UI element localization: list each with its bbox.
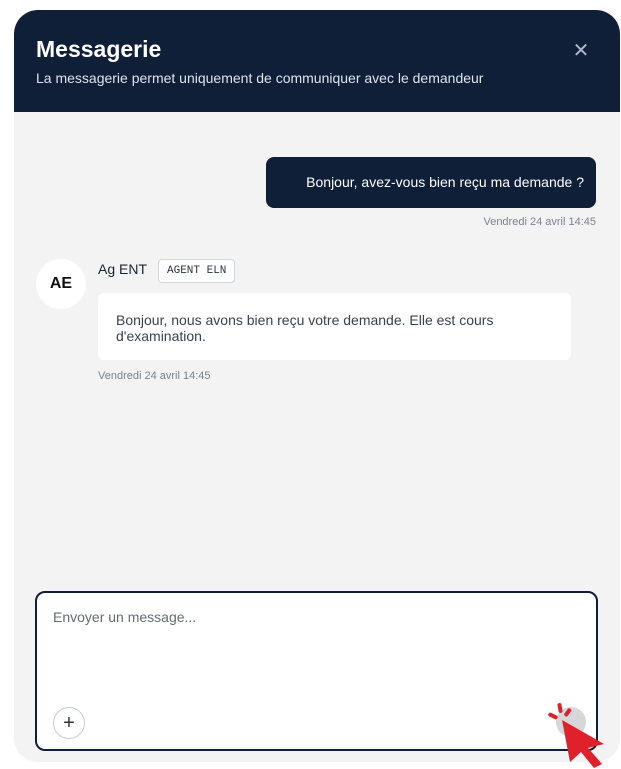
messaging-panel: Messagerie La messagerie permet uniqueme… [14,10,620,762]
close-icon: ✕ [572,40,590,62]
pointer-cursor-icon [548,703,604,768]
role-badge: AGENT ELN [158,259,236,283]
outgoing-message-bubble: Bonjour, avez-vous bien reçu ma demande … [266,157,596,208]
outgoing-message-timestamp: Vendredi 24 avril 14:45 [483,216,596,228]
message-composer: + [35,591,598,751]
panel-title: Messagerie [36,36,162,62]
panel-header: Messagerie La messagerie permet uniqueme… [14,10,620,112]
message-input[interactable] [51,607,575,691]
plus-icon: + [63,711,75,734]
sender-name: Ag ENT [98,261,148,277]
incoming-message-bubble: Bonjour, nous avons bien reçu votre dema… [98,293,571,360]
close-button[interactable]: ✕ [570,40,592,62]
panel-subtitle: La messagerie permet uniquement de commu… [36,70,484,86]
incoming-message-timestamp: Vendredi 24 avril 14:45 [98,370,211,382]
add-attachment-button[interactable]: + [53,707,85,739]
avatar: AE [36,259,86,309]
